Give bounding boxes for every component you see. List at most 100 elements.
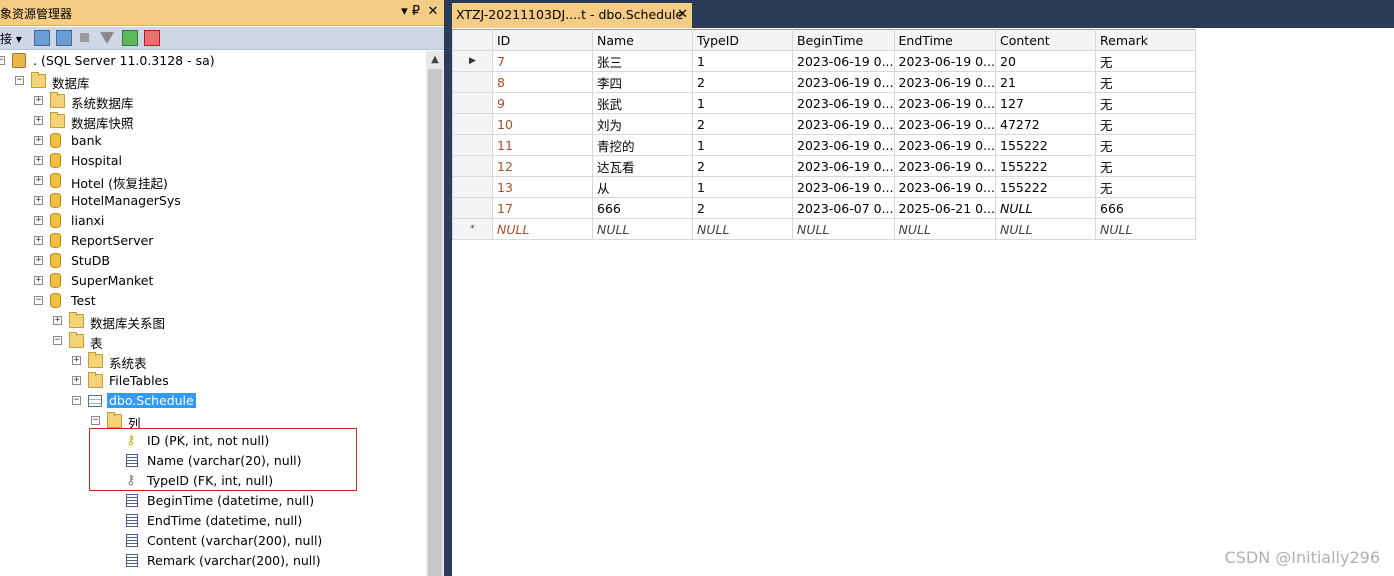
grid-cell[interactable]: 155222	[995, 134, 1096, 156]
grid-cell[interactable]: 21	[995, 71, 1096, 93]
grid-cell[interactable]: 无	[1095, 71, 1196, 93]
collapse-icon[interactable]: −	[72, 396, 81, 405]
grid-cell[interactable]: 12	[492, 155, 593, 177]
grid-row[interactable]: 17 666 2 2023-06-07 0... 2025-06-21 0... NULL…	[452, 197, 1196, 219]
row-selector[interactable]	[452, 197, 493, 219]
expand-icon[interactable]: +	[72, 376, 81, 385]
column-header[interactable]: ID	[492, 29, 593, 51]
row-selector[interactable]	[452, 176, 493, 198]
grid-cell[interactable]: NULL	[692, 218, 793, 240]
grid-cell[interactable]: 从	[592, 176, 693, 198]
tree-item[interactable]: Content (varchar(200), null)	[0, 531, 426, 551]
tree-item[interactable]: + bank	[0, 131, 426, 151]
grid-cell[interactable]: 张三	[592, 50, 693, 72]
expand-icon[interactable]: +	[34, 156, 43, 165]
panel-splitter[interactable]	[444, 0, 452, 576]
collapse-icon[interactable]: −	[15, 76, 24, 85]
expand-icon[interactable]: +	[34, 236, 43, 245]
grid-cell[interactable]: 无	[1095, 155, 1196, 177]
grid-cell[interactable]: 无	[1095, 113, 1196, 135]
tree-item[interactable]: Remark (varchar(200), null)	[0, 551, 426, 571]
grid-cell[interactable]: 10	[492, 113, 593, 135]
grid-cell[interactable]: 无	[1095, 176, 1196, 198]
grid-row[interactable]: 13 从 1 2023-06-19 0... 2023-06-19 0... 155222…	[452, 176, 1196, 198]
grid-cell[interactable]: 青挖的	[592, 134, 693, 156]
grid-cell[interactable]: 2023-06-19 0...	[893, 92, 996, 114]
grid-cell[interactable]: 2	[692, 155, 793, 177]
grid-cell[interactable]: 7	[492, 50, 593, 72]
grid-cell[interactable]: NULL	[893, 218, 996, 240]
grid-cell[interactable]: 无	[1095, 134, 1196, 156]
collapse-icon[interactable]: −	[34, 296, 43, 305]
row-selector-header[interactable]	[452, 29, 493, 51]
grid-cell[interactable]: NULL	[995, 218, 1096, 240]
grid-cell[interactable]: 2023-06-19 0...	[893, 113, 996, 135]
scroll-up-icon[interactable]: ▲	[426, 51, 444, 69]
grid-cell[interactable]: 155222	[995, 176, 1096, 198]
grid-cell[interactable]: 无	[1095, 50, 1196, 72]
grid-cell[interactable]: 2023-06-19 0...	[893, 71, 996, 93]
filter-icon[interactable]	[100, 32, 114, 44]
expand-icon[interactable]: +	[34, 176, 43, 185]
grid-row[interactable]: 12 达瓦看 2 2023-06-19 0... 2023-06-19 0... 1552…	[452, 155, 1196, 177]
row-selector[interactable]	[452, 92, 493, 114]
grid-cell[interactable]: 2023-06-19 0...	[792, 50, 895, 72]
column-header[interactable]: Name	[592, 29, 693, 51]
grid-row[interactable]: ▶ 7 张三 1 2023-06-19 0... 2023-06-19 0... 20 无	[452, 50, 1196, 72]
grid-cell[interactable]: 20	[995, 50, 1096, 72]
grid-cell[interactable]: 李四	[592, 71, 693, 93]
scroll-thumb[interactable]	[428, 69, 442, 576]
expand-icon[interactable]: +	[53, 316, 62, 325]
grid-cell[interactable]: 2	[692, 197, 793, 219]
grid-row[interactable]: * NULL NULL NULL NULL NULL NULL NULL	[452, 218, 1196, 240]
tree-scrollbar[interactable]: ▲	[426, 51, 444, 576]
column-header[interactable]: EndTime	[893, 29, 996, 51]
grid-cell[interactable]: 2023-06-19 0...	[792, 71, 895, 93]
grid-cell[interactable]: 155222	[995, 155, 1096, 177]
grid-cell[interactable]: 2023-06-19 0...	[792, 113, 895, 135]
row-selector[interactable]	[452, 71, 493, 93]
grid-cell[interactable]: 2023-06-19 0...	[792, 155, 895, 177]
grid-cell[interactable]: 2023-06-19 0...	[792, 176, 895, 198]
disconnect-icon[interactable]	[56, 30, 72, 46]
grid-cell[interactable]: 1	[692, 134, 793, 156]
grid-cell[interactable]: 2023-06-19 0...	[792, 134, 895, 156]
expand-icon[interactable]: +	[72, 356, 81, 365]
grid-cell[interactable]: 8	[492, 71, 593, 93]
column-header[interactable]: TypeID	[692, 29, 793, 51]
grid-cell[interactable]: NULL	[792, 218, 895, 240]
grid-cell[interactable]: 666	[592, 197, 693, 219]
grid-cell[interactable]: 2023-06-19 0...	[893, 176, 996, 198]
grid-row[interactable]: 8 李四 2 2023-06-19 0... 2023-06-19 0... 21 无	[452, 71, 1196, 93]
tree-item[interactable]: + SuperManket	[0, 271, 426, 291]
close-icon[interactable]: ✕	[426, 4, 440, 19]
grid-cell[interactable]: 张武	[592, 92, 693, 114]
current-row-marker[interactable]: ▶	[452, 50, 493, 72]
grid-cell[interactable]: 1	[692, 92, 793, 114]
tree-item[interactable]: + ReportServer	[0, 231, 426, 251]
grid-cell[interactable]: 2	[692, 113, 793, 135]
expand-icon[interactable]: +	[34, 136, 43, 145]
grid-cell[interactable]: NULL	[592, 218, 693, 240]
tree-item[interactable]: − 数据库	[0, 71, 426, 91]
connect-button[interactable]: 连接 ▾	[0, 30, 22, 47]
tree-item[interactable]: − . (SQL Server 11.0.3128 - sa)	[0, 51, 426, 71]
tree-item[interactable]: + 数据库关系图	[0, 311, 426, 331]
row-selector[interactable]	[452, 113, 493, 135]
grid-cell[interactable]: 2023-06-19 0...	[893, 50, 996, 72]
grid-cell[interactable]: 17	[492, 197, 593, 219]
activity-monitor-icon[interactable]	[144, 30, 160, 46]
grid-cell[interactable]: NULL	[995, 197, 1096, 219]
expand-icon[interactable]: +	[34, 96, 43, 105]
collapse-icon[interactable]: −	[91, 416, 100, 425]
grid-cell[interactable]: NULL	[1095, 218, 1196, 240]
tree-item[interactable]: + HotelManagerSys	[0, 191, 426, 211]
pin-icon[interactable]: ▾ ₽	[401, 4, 420, 19]
tree-item[interactable]: + Hotel (恢复挂起)	[0, 171, 426, 191]
grid-cell[interactable]: 刘为	[592, 113, 693, 135]
grid-cell[interactable]: 11	[492, 134, 593, 156]
row-selector[interactable]	[452, 134, 493, 156]
tab-dbo-schedule[interactable]: XTZJ-20211103DJ....t - dbo.Schedule ✕	[452, 3, 692, 28]
tree-item[interactable]: + lianxi	[0, 211, 426, 231]
grid-cell[interactable]: 2023-06-19 0...	[893, 134, 996, 156]
